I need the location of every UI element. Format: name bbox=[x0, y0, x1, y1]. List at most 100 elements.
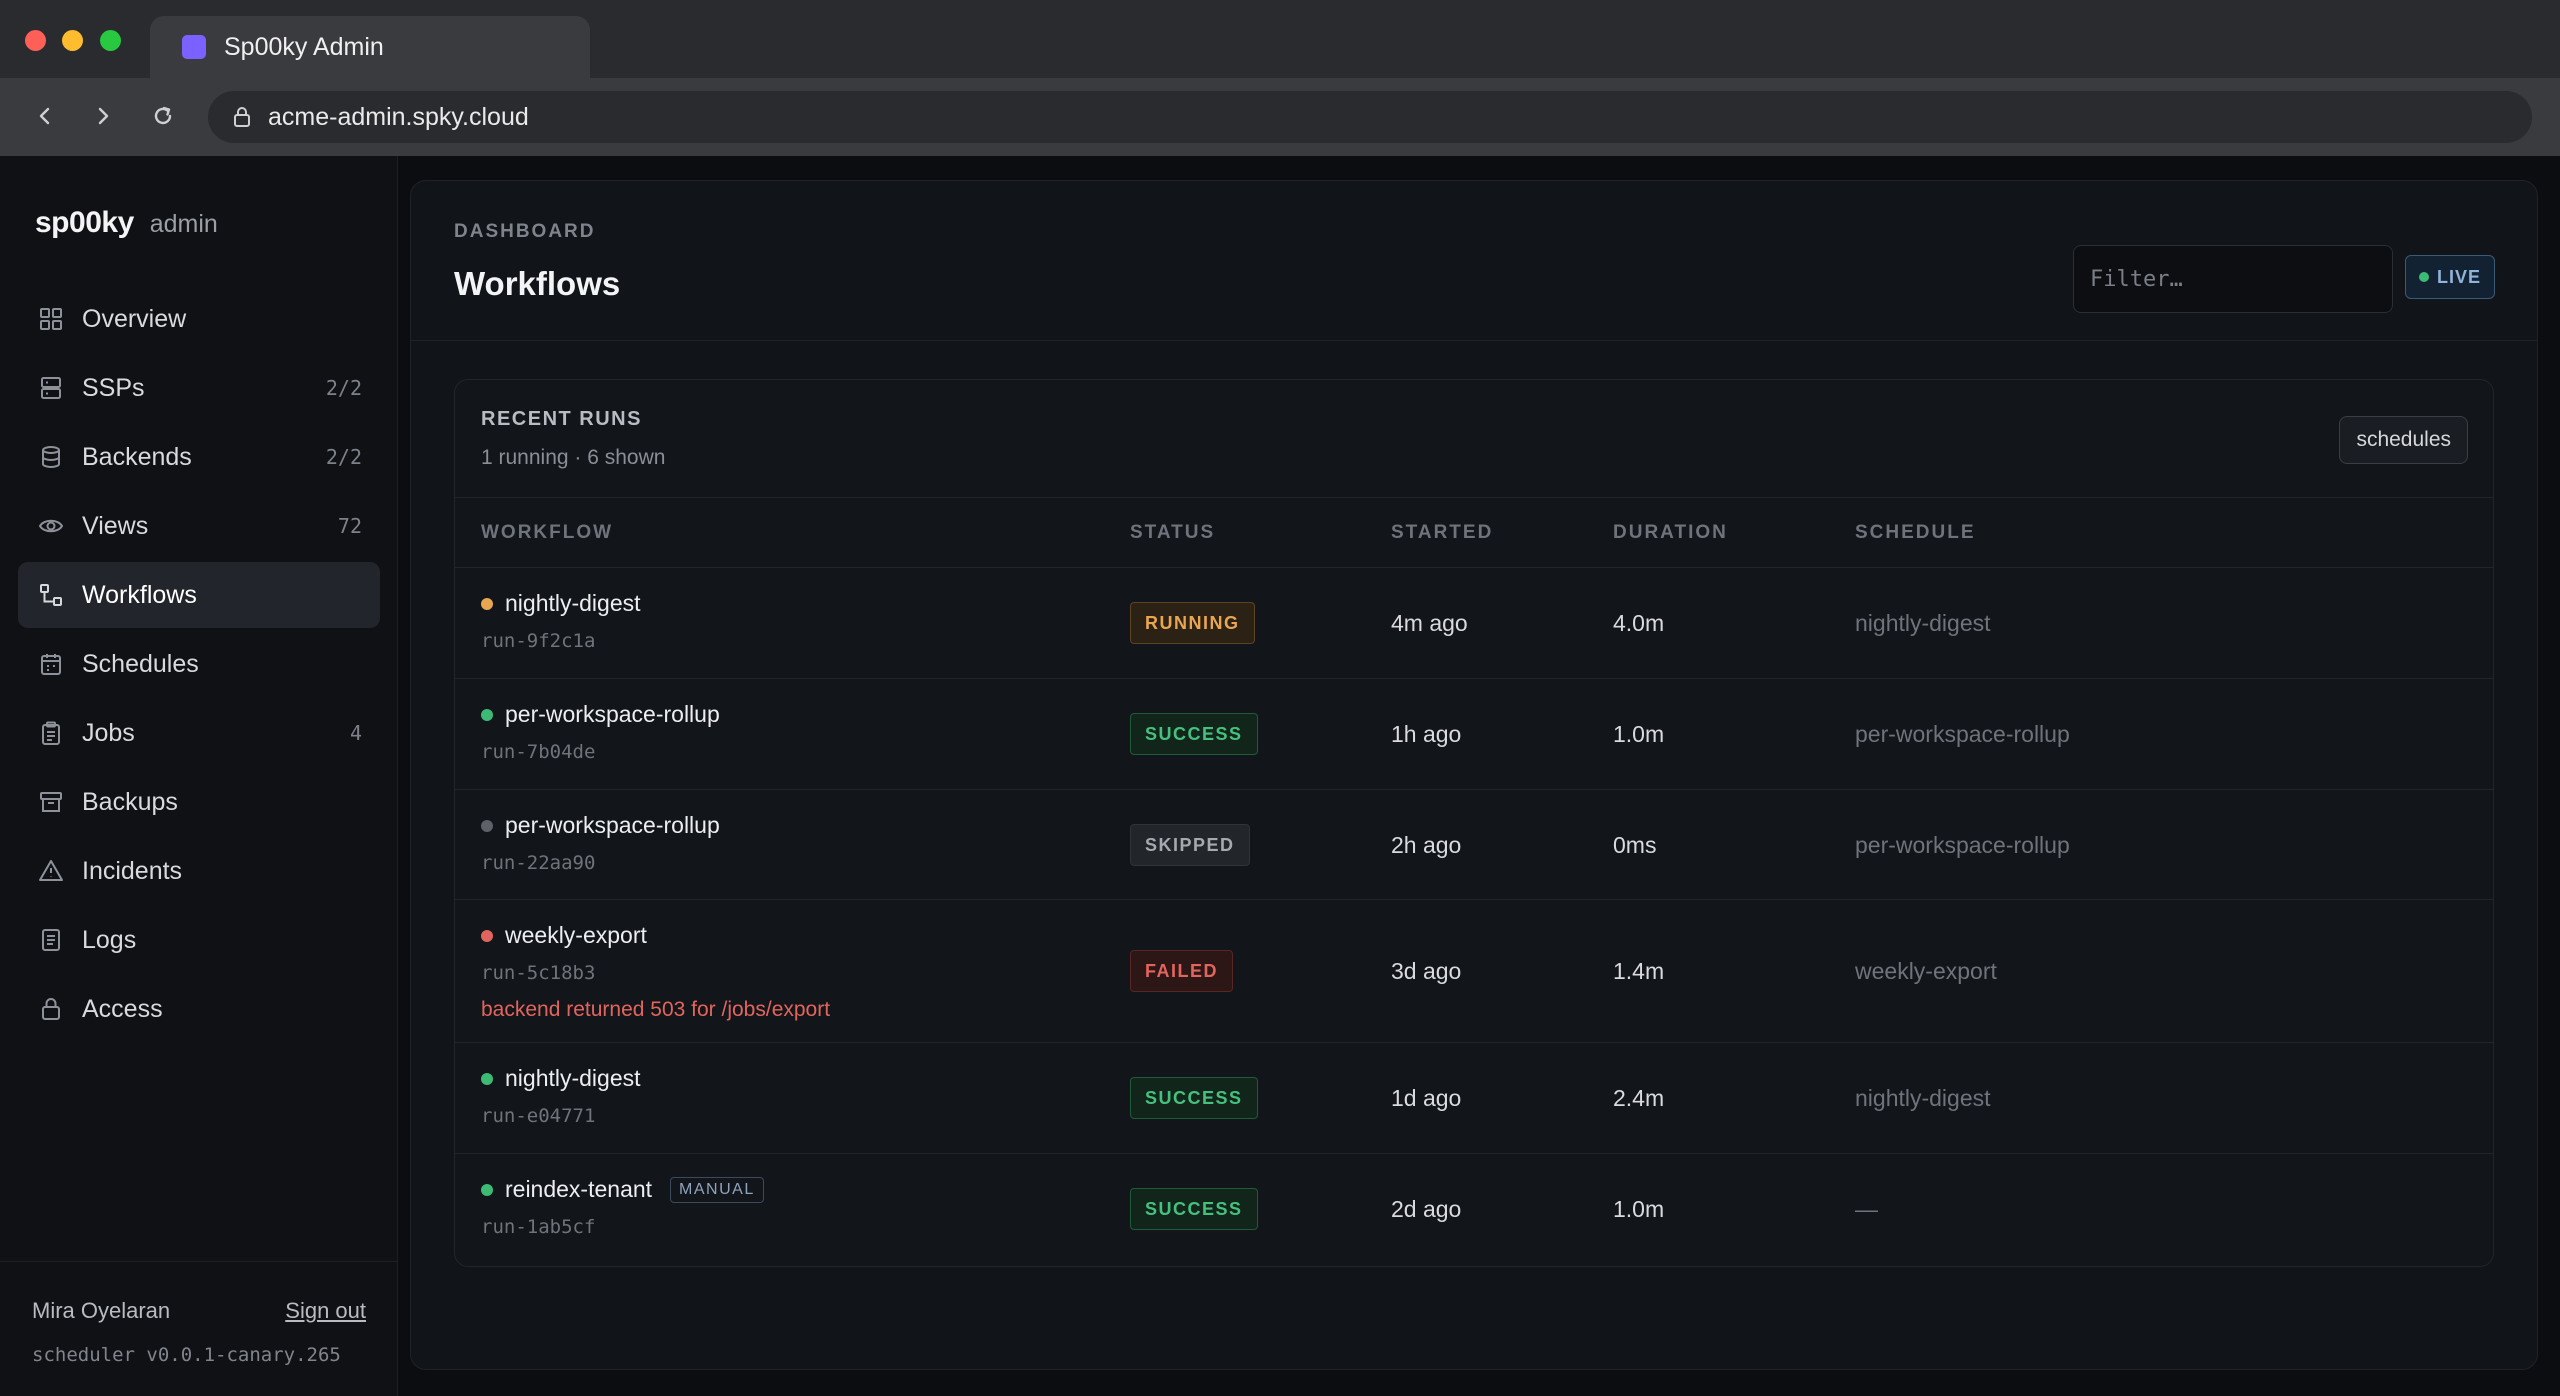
workflow-cell: per-workspace-rollup bbox=[481, 812, 720, 839]
started-cell: 1h ago bbox=[1391, 721, 1462, 747]
schedule-cell[interactable]: per-workspace-rollup bbox=[1855, 832, 2070, 859]
sidebar-item-workflows[interactable]: Workflows bbox=[18, 562, 380, 628]
workflow-name[interactable]: reindex-tenant bbox=[505, 1176, 652, 1203]
back-button[interactable] bbox=[25, 96, 65, 136]
sidebar-item-label: Access bbox=[82, 994, 163, 1023]
sidebar-nav: Overview SSPs 2/2 Backends 2/2 Views 72 bbox=[18, 286, 380, 1045]
breadcrumb: DASHBOARD bbox=[454, 221, 596, 242]
brand-subtitle: admin bbox=[149, 210, 218, 238]
sign-out-link[interactable]: Sign out bbox=[285, 1298, 366, 1324]
brand[interactable]: sp00ky admin bbox=[35, 206, 218, 240]
user-name: Mira Oyelaran bbox=[32, 1298, 171, 1323]
run-id: run-e04771 bbox=[481, 1105, 596, 1127]
column-header-started[interactable]: STARTED bbox=[1391, 522, 1493, 544]
duration-cell: 1.0m bbox=[1613, 1196, 1665, 1222]
sidebar-item-count: 2/2 bbox=[325, 445, 362, 469]
workflow-cell: nightly-digest bbox=[481, 590, 641, 617]
workflow-icon bbox=[36, 580, 66, 610]
status-badge: SUCCESS bbox=[1130, 1077, 1258, 1119]
page-title: Workflows bbox=[454, 265, 621, 302]
table-row[interactable]: per-workspace-rollup run-7b04de SUCCESS … bbox=[455, 679, 2493, 790]
status-dot-icon bbox=[481, 929, 493, 942]
browser-tab[interactable]: Sp00ky Admin bbox=[150, 16, 590, 78]
sidebar-item-logs[interactable]: Logs bbox=[18, 907, 380, 973]
sidebar-item-backends[interactable]: Backends 2/2 bbox=[18, 424, 380, 490]
started-cell: 2h ago bbox=[1391, 832, 1462, 858]
column-header-workflow[interactable]: WORKFLOW bbox=[481, 522, 613, 544]
table-row[interactable]: reindex-tenant MANUAL run-1ab5cf SUCCESS… bbox=[455, 1154, 2493, 1264]
schedules-button[interactable]: schedules bbox=[2339, 416, 2468, 464]
workflow-cell: reindex-tenant MANUAL bbox=[481, 1176, 764, 1203]
sidebar-item-label: Jobs bbox=[82, 718, 135, 747]
sidebar-item-label: Views bbox=[82, 511, 149, 540]
table-row[interactable]: nightly-digest run-e04771 SUCCESS 1d ago… bbox=[455, 1043, 2493, 1154]
sidebar-item-overview[interactable]: Overview bbox=[18, 286, 380, 352]
sidebar-item-count: 72 bbox=[337, 514, 362, 538]
sidebar-item-jobs[interactable]: Jobs 4 bbox=[18, 700, 380, 766]
sidebar-item-label: Workflows bbox=[82, 580, 197, 609]
run-id: run-5c18b3 bbox=[481, 962, 596, 984]
workflow-cell: weekly-export bbox=[481, 922, 647, 949]
sidebar-item-label: Logs bbox=[82, 925, 137, 954]
status-badge: SUCCESS bbox=[1130, 1188, 1258, 1230]
workflow-name[interactable]: per-workspace-rollup bbox=[505, 701, 720, 728]
workflow-name[interactable]: weekly-export bbox=[505, 922, 647, 949]
lock-icon bbox=[232, 106, 252, 128]
status-badge: SKIPPED bbox=[1130, 824, 1250, 866]
live-badge: LIVE bbox=[2405, 255, 2495, 299]
reload-icon bbox=[154, 106, 172, 125]
filter-input[interactable] bbox=[2073, 245, 2393, 313]
lock-icon bbox=[36, 994, 66, 1024]
workflow-name[interactable]: per-workspace-rollup bbox=[505, 812, 720, 839]
status-dot-icon bbox=[481, 1072, 493, 1085]
table-row[interactable]: weekly-export run-5c18b3 backend returne… bbox=[455, 900, 2493, 1043]
archive-icon bbox=[36, 787, 66, 817]
sidebar-item-access[interactable]: Access bbox=[18, 976, 380, 1042]
column-header-duration[interactable]: DURATION bbox=[1613, 522, 1728, 544]
favicon-icon bbox=[182, 35, 206, 59]
run-id: run-9f2c1a bbox=[481, 630, 596, 652]
column-header-status[interactable]: STATUS bbox=[1130, 522, 1215, 544]
minimize-window-button[interactable] bbox=[62, 30, 83, 51]
reload-button[interactable] bbox=[143, 96, 183, 136]
schedule-cell: — bbox=[1855, 1196, 1878, 1222]
card-header: RECENT RUNS 1 running · 6 shown schedule… bbox=[455, 380, 2493, 498]
sidebar-item-incidents[interactable]: Incidents bbox=[18, 838, 380, 904]
live-dot-icon bbox=[2418, 272, 2429, 282]
forward-button[interactable] bbox=[83, 96, 123, 136]
sidebar: sp00ky admin Overview SSPs 2/2 Backends … bbox=[0, 156, 398, 1396]
workflow-name[interactable]: nightly-digest bbox=[505, 590, 641, 617]
workflow-cell: per-workspace-rollup bbox=[481, 701, 720, 728]
schedule-cell[interactable]: per-workspace-rollup bbox=[1855, 721, 2070, 748]
browser-titlebar: Sp00ky Admin bbox=[0, 0, 2560, 78]
run-id: run-1ab5cf bbox=[481, 1216, 596, 1238]
workflow-name[interactable]: nightly-digest bbox=[505, 1065, 641, 1092]
table-row[interactable]: nightly-digest run-9f2c1a RUNNING 4m ago… bbox=[455, 568, 2493, 679]
maximize-window-button[interactable] bbox=[100, 30, 121, 51]
sidebar-item-schedules[interactable]: Schedules bbox=[18, 631, 380, 697]
sidebar-item-count: 4 bbox=[349, 721, 362, 745]
database-icon bbox=[36, 442, 66, 472]
sidebar-item-backups[interactable]: Backups bbox=[18, 769, 380, 835]
close-window-button[interactable] bbox=[25, 30, 46, 51]
started-cell: 4m ago bbox=[1391, 610, 1468, 636]
sidebar-item-views[interactable]: Views 72 bbox=[18, 493, 380, 559]
column-header-schedule[interactable]: SCHEDULE bbox=[1855, 522, 1976, 544]
live-label: LIVE bbox=[2436, 266, 2481, 287]
schedule-cell[interactable]: nightly-digest bbox=[1855, 610, 1991, 637]
error-message: backend returned 503 for /jobs/export bbox=[481, 998, 831, 1021]
duration-cell: 2.4m bbox=[1613, 1085, 1665, 1111]
card-title: RECENT RUNS bbox=[481, 408, 642, 430]
run-id: run-7b04de bbox=[481, 741, 596, 763]
table-body: nightly-digest run-9f2c1a RUNNING 4m ago… bbox=[455, 568, 2493, 1264]
started-cell: 3d ago bbox=[1391, 958, 1462, 984]
table-row[interactable]: per-workspace-rollup run-22aa90 SKIPPED … bbox=[455, 790, 2493, 900]
started-cell: 1d ago bbox=[1391, 1085, 1462, 1111]
status-dot-icon bbox=[481, 597, 493, 610]
address-bar[interactable]: acme-admin.spky.cloud bbox=[208, 91, 2532, 143]
sidebar-item-ssps[interactable]: SSPs 2/2 bbox=[18, 355, 380, 421]
schedule-cell[interactable]: nightly-digest bbox=[1855, 1085, 1991, 1112]
browser-toolbar: acme-admin.spky.cloud bbox=[0, 78, 2560, 156]
schedule-cell[interactable]: weekly-export bbox=[1855, 958, 1997, 985]
chevron-right-icon bbox=[98, 107, 109, 125]
